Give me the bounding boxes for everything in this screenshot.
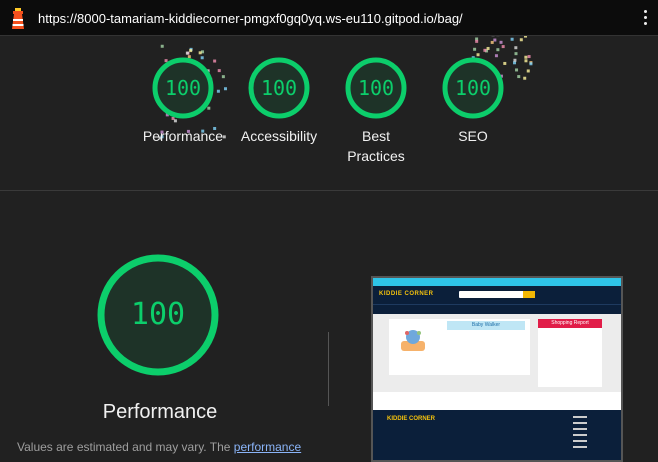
gauge-ring: 100	[247, 56, 311, 120]
gauge-score: 100	[260, 76, 298, 100]
gauge-ring: 100	[151, 56, 215, 120]
score-summary: 100 Performance 100 Accessibility 100 Be…	[0, 36, 658, 192]
baby-walker-image	[401, 330, 425, 351]
confetti-piece	[514, 52, 518, 56]
confetti-piece	[490, 40, 494, 44]
confetti-piece	[524, 36, 528, 38]
performance-score: 100	[130, 297, 186, 332]
gauge-accessibility[interactable]: 100 Accessibility	[224, 56, 334, 146]
confetti-piece	[486, 46, 490, 50]
site-search-button	[523, 291, 535, 298]
lighthouse-icon	[12, 8, 24, 29]
confetti-piece	[485, 49, 489, 53]
gauge-score: 100	[164, 76, 202, 100]
confetti-piece	[475, 37, 479, 41]
gauge-label: Accessibility	[240, 128, 318, 144]
gauge-best-practices[interactable]: 100 Best Practices	[321, 56, 431, 166]
address-bar-url[interactable]: https://8000-tamariam-kiddiecorner-pmgxf…	[38, 11, 463, 26]
bag-content: Baby Walker Shopping Report	[373, 314, 621, 392]
report-title: Shopping Report	[538, 319, 602, 328]
gauge-label: Performance	[142, 128, 224, 144]
shopping-report: Shopping Report	[538, 319, 602, 387]
confetti-piece	[483, 48, 487, 52]
final-screenshot-thumbnail[interactable]: KIDDIE CORNER Baby Walker Shopping Repor…	[371, 276, 623, 462]
confetti-piece	[496, 48, 500, 52]
performance-link[interactable]: performance	[234, 440, 301, 454]
confetti-piece	[510, 37, 514, 41]
confetti-piece	[160, 44, 164, 48]
confetti-piece	[527, 55, 531, 59]
confetti-piece	[198, 51, 202, 55]
disclaimer-text: Values are estimated and may vary. The	[17, 440, 234, 454]
confetti-piece	[189, 47, 193, 51]
confetti-piece	[501, 45, 505, 49]
gauge-ring: 100	[344, 56, 408, 120]
product-card: Baby Walker	[389, 319, 530, 375]
confetti-piece	[499, 40, 503, 44]
confetti-piece	[473, 47, 477, 51]
product-title: Baby Walker	[447, 321, 525, 330]
confetti-piece	[529, 62, 533, 66]
site-header: KIDDIE CORNER	[373, 286, 621, 304]
performance-gauge-large: 100	[95, 252, 221, 378]
gauge-label: Best Practices	[347, 128, 405, 164]
confetti-piece	[201, 50, 205, 54]
announcement-bar	[373, 278, 621, 286]
footer-site-map	[563, 412, 597, 460]
gauge-ring: 100	[441, 56, 505, 120]
site-logo: KIDDIE CORNER	[379, 291, 434, 297]
browser-topbar: https://8000-tamariam-kiddiecorner-pmgxf…	[0, 0, 658, 36]
confetti-piece	[493, 38, 497, 42]
confetti-piece	[185, 51, 189, 55]
site-nav	[373, 304, 621, 318]
confetti-piece	[519, 38, 523, 42]
gauge-score: 100	[454, 76, 492, 100]
gauge-label: SEO	[458, 128, 488, 144]
confetti-piece	[529, 61, 533, 65]
confetti-piece	[189, 49, 193, 53]
confetti-piece	[514, 46, 518, 50]
performance-title: Performance	[102, 401, 218, 423]
confetti-piece	[475, 39, 479, 43]
gauge-performance[interactable]: 100 Performance	[128, 56, 238, 146]
confetti-piece	[186, 51, 190, 55]
gauge-score: 100	[357, 76, 395, 100]
performance-disclaimer: Values are estimated and may vary. The p…	[17, 440, 301, 454]
footer-logo: KIDDIE CORNER	[387, 416, 436, 422]
kebab-menu-icon[interactable]	[638, 10, 652, 28]
section-divider	[0, 190, 658, 191]
site-footer: KIDDIE CORNER	[373, 410, 621, 460]
vertical-divider	[328, 332, 329, 406]
gauge-seo[interactable]: 100 SEO	[418, 56, 528, 146]
